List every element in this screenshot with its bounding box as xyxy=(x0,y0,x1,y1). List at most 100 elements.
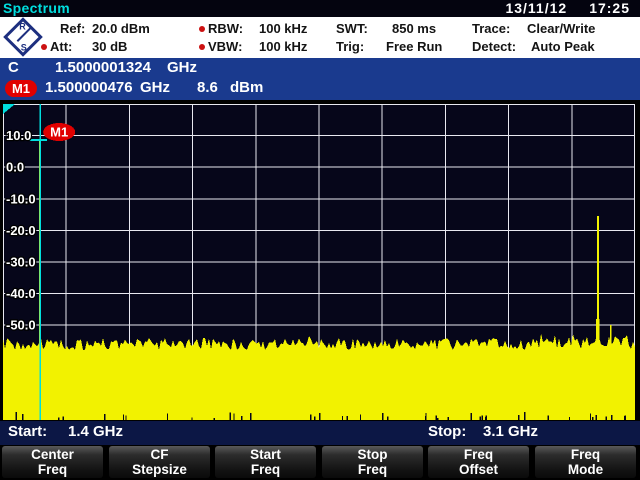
detect-label: Detect: xyxy=(472,39,516,54)
marker-readout-band: C 1.5000001324 GHz M1 1.500000476 GHz 8.… xyxy=(0,58,640,103)
noise-min-notch xyxy=(480,416,481,420)
noise-min-notch xyxy=(342,416,343,420)
noise-min-notch xyxy=(125,415,126,420)
ref-value: 20.0 dBm xyxy=(92,21,150,36)
datetime: 13/11/12 17:25 xyxy=(505,0,630,16)
noise-min-notch xyxy=(233,414,234,420)
m1-freq-unit: GHz xyxy=(140,79,170,97)
spectrum-plot-svg: M1 10.0 0.0 -10.0 -20.0 -30.0 -40.0 -50.0 xyxy=(3,104,635,420)
noise-min-notch xyxy=(590,414,591,421)
trace-corner-indicator xyxy=(3,104,15,114)
noise-min-notch xyxy=(387,417,388,420)
swt-label: SWT: xyxy=(336,21,368,36)
y-tick-label: -40.0 xyxy=(6,286,36,301)
mode-title: Spectrum xyxy=(3,0,70,16)
noise-min-notch xyxy=(310,414,311,420)
noise-min-notch xyxy=(482,416,483,420)
rohde-schwarz-logo: R S xyxy=(3,17,43,57)
att-label: Att: xyxy=(50,39,72,54)
noise-min-notch xyxy=(63,416,64,420)
y-tick-label: 0.0 xyxy=(6,160,24,175)
noise-min-notch xyxy=(485,417,486,420)
noise-min-notch xyxy=(213,418,214,420)
noise-min-notch xyxy=(167,414,168,421)
softkey-cf-stepsize[interactable]: CF Stepsize xyxy=(109,446,210,478)
softkey-center-freq[interactable]: Center Freq xyxy=(2,446,103,478)
stop-value: 3.1 GHz xyxy=(483,423,538,440)
noise-min-notch xyxy=(625,415,626,420)
y-tick-label: -10.0 xyxy=(6,191,36,206)
detect-value: Auto Peak xyxy=(531,39,595,54)
signal-peak-1 xyxy=(597,216,599,420)
noise-min-notch xyxy=(592,417,593,420)
rbw-label: RBW: xyxy=(208,21,243,36)
noise-min-notch xyxy=(360,415,361,420)
softkey-freq-offset[interactable]: Freq Offset xyxy=(428,446,529,478)
noise-min-notch xyxy=(16,412,17,420)
trace-label: Trace: xyxy=(472,21,510,36)
noise-min-notch xyxy=(58,418,59,420)
noise-min-notch xyxy=(230,413,231,420)
rbw-value: 100 kHz xyxy=(259,21,307,36)
softkey-start-freq[interactable]: Start Freq xyxy=(215,446,316,478)
y-tick-label: -30.0 xyxy=(6,255,36,270)
m1-level-value: 8.6 xyxy=(197,79,218,97)
trig-value: Free Run xyxy=(386,39,442,54)
noise-min-notch xyxy=(448,417,449,420)
noise-min-notch xyxy=(241,416,242,420)
center-freq-unit: GHz xyxy=(167,59,197,77)
noise-min-notch xyxy=(606,417,607,420)
logo-letter-s: S xyxy=(21,43,27,53)
noise-min-notch xyxy=(471,413,472,420)
softkey-stop-freq[interactable]: Stop Freq xyxy=(322,446,423,478)
noise-min-notch xyxy=(104,414,105,420)
logo-letter-r: R xyxy=(19,22,26,32)
start-label: Start: xyxy=(8,423,47,440)
noise-min-notch xyxy=(548,416,549,420)
settings-header: R S Ref: 20.0 dBm Att: 30 dB RBW: 100 kH… xyxy=(0,17,640,58)
m1-freq-value: 1.500000476 xyxy=(45,79,133,97)
ref-label: Ref: xyxy=(60,21,85,36)
y-tick-label: 10.0 xyxy=(6,128,31,143)
start-value: 1.4 GHz xyxy=(68,423,123,440)
noise-min-notch xyxy=(22,414,23,420)
m1-level-unit: dBm xyxy=(230,79,263,97)
noise-min-notch xyxy=(250,413,251,420)
swt-value: 850 ms xyxy=(392,21,436,36)
noise-min-notch xyxy=(524,412,525,420)
spectrum-analyzer-screen: Spectrum 13/11/12 17:25 R S Ref: 20.0 dB… xyxy=(0,0,640,480)
time-label: 17:25 xyxy=(589,0,630,16)
noise-min-notch xyxy=(191,418,192,420)
center-label: C xyxy=(8,59,19,77)
noise-min-notch xyxy=(314,416,315,420)
noise-min-notch xyxy=(425,413,426,420)
y-tick-label: -50.0 xyxy=(6,318,36,333)
noise-min-notch xyxy=(569,417,570,420)
date-label: 13/11/12 xyxy=(505,0,567,16)
stop-label: Stop: xyxy=(428,423,466,440)
minor-spike xyxy=(610,325,612,420)
att-value: 30 dB xyxy=(92,39,127,54)
trig-label: Trig: xyxy=(336,39,364,54)
spectrum-plot: M1 10.0 0.0 -10.0 -20.0 -30.0 -40.0 -50.0 xyxy=(3,104,635,420)
m1-marker-badge: M1 xyxy=(5,80,37,97)
noise-min-notch xyxy=(319,413,320,420)
softkey-row: Center Freq CF Stepsize Start Freq Stop … xyxy=(0,445,640,480)
att-coupled-dot xyxy=(41,44,47,50)
center-freq-value: 1.5000001324 xyxy=(55,59,151,77)
vbw-coupled-dot xyxy=(199,44,205,50)
frequency-bar: Start: 1.4 GHz Stop: 3.1 GHz xyxy=(0,421,640,445)
softkey-freq-mode[interactable]: Freq Mode xyxy=(535,446,636,478)
rbw-coupled-dot xyxy=(199,26,205,32)
noise-min-notch xyxy=(347,416,348,420)
noise-min-notch xyxy=(596,415,597,420)
y-tick-label: -20.0 xyxy=(6,223,36,238)
noise-min-notch xyxy=(518,415,519,420)
noise-min-notch xyxy=(436,416,437,420)
trace-value: Clear/Write xyxy=(527,21,595,36)
noise-min-notch xyxy=(382,413,383,420)
noise-min-notch xyxy=(437,418,438,420)
vbw-value: 100 kHz xyxy=(259,39,307,54)
m1-marker-bubble-label: M1 xyxy=(50,125,68,140)
noise-min-notch xyxy=(611,415,612,420)
